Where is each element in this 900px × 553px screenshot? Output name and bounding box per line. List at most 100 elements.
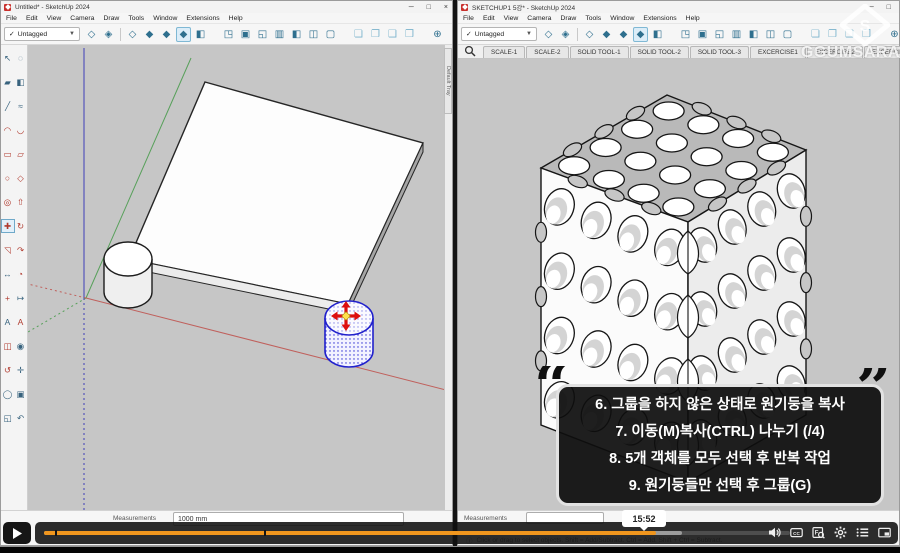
xray-style-icon[interactable]: ◇	[84, 27, 99, 42]
back-edges-style-icon[interactable]: ◈	[101, 27, 116, 42]
line-tool-icon[interactable]: ╱	[2, 100, 14, 112]
tab-solid-tool-2[interactable]: SOLID TOOL-2	[630, 46, 689, 58]
menu-item-help[interactable]: Help	[686, 15, 700, 22]
back-edges-style-icon[interactable]: ◈	[558, 27, 573, 42]
menu-item-edit[interactable]: Edit	[26, 15, 38, 22]
scale-tool-icon[interactable]: ◹	[2, 244, 14, 256]
back-view-icon[interactable]: ◧	[289, 27, 304, 42]
rotate-tool-icon[interactable]: ↻	[15, 220, 27, 232]
left-view-icon[interactable]: ◫	[306, 27, 321, 42]
zoom-tool-icon[interactable]: ◯	[2, 388, 14, 400]
three-d-text-tool-icon[interactable]: A	[15, 316, 27, 328]
shaded-style-icon[interactable]: ◆	[159, 27, 174, 42]
bottom-view-icon[interactable]: ▢	[780, 27, 795, 42]
rectangle-tool-icon[interactable]: ▭	[2, 148, 14, 160]
menu-item-file[interactable]: File	[463, 15, 474, 22]
left-view-icon[interactable]: ◫	[763, 27, 778, 42]
menu-item-view[interactable]: View	[47, 15, 62, 22]
shaded-with-textures-style-icon[interactable]: ◆	[633, 27, 648, 42]
freehand-tool-icon[interactable]: ≈	[15, 100, 27, 112]
outer-shell-icon[interactable]: ❏	[808, 27, 823, 42]
menu-item-draw[interactable]: Draw	[560, 15, 576, 22]
menu-item-extensions[interactable]: Extensions	[186, 15, 219, 22]
menu-item-tools[interactable]: Tools	[128, 15, 144, 22]
follow-me-tool-icon[interactable]: ↷	[15, 244, 27, 256]
top-view-icon[interactable]: ▣	[238, 27, 253, 42]
arc-tool-icon[interactable]: ◠	[2, 124, 14, 136]
play-button[interactable]	[3, 522, 31, 544]
union-icon[interactable]: ❐	[368, 27, 383, 42]
push-pull-tool-icon[interactable]: ⇧	[15, 196, 27, 208]
xray-style-icon[interactable]: ◇	[541, 27, 556, 42]
default-tray-tab[interactable]: Default Tray	[444, 48, 452, 114]
section-plane-tool-icon[interactable]: ◫	[2, 340, 14, 352]
tab-scale-2[interactable]: SCALE-2	[526, 46, 568, 58]
menu-item-file[interactable]: File	[6, 15, 17, 22]
axes-tool-icon[interactable]: +	[2, 292, 14, 304]
iso-view-icon[interactable]: ◳	[221, 27, 236, 42]
search-scenes-icon[interactable]	[464, 45, 476, 57]
viewport-left[interactable]	[28, 45, 444, 510]
shaded-style-icon[interactable]: ◆	[616, 27, 631, 42]
right-view-icon[interactable]: ▥	[272, 27, 287, 42]
front-view-icon[interactable]: ◱	[255, 27, 270, 42]
tape-measure-tool-icon[interactable]: ↔	[2, 268, 14, 280]
back-view-icon[interactable]: ◧	[746, 27, 761, 42]
tab-scale-1[interactable]: SCALE-1	[483, 46, 525, 58]
outer-shell-icon[interactable]: ❏	[351, 27, 366, 42]
tag-dropdown[interactable]: ✓ Untagged ▼	[461, 27, 537, 41]
top-view-icon[interactable]: ▣	[695, 27, 710, 42]
previous-view-tool-icon[interactable]: ↶	[15, 412, 27, 424]
orbit-toolbar-icon[interactable]: ⊕	[430, 27, 445, 42]
iso-view-icon[interactable]: ◳	[678, 27, 693, 42]
zoom-window-tool-icon[interactable]: ▣	[15, 388, 27, 400]
settings-icon[interactable]	[834, 526, 847, 539]
rotated-rectangle-tool-icon[interactable]: ▱	[15, 148, 27, 160]
dimension-tool-icon[interactable]: ↦	[15, 292, 27, 304]
wireframe-style-icon[interactable]: ◇	[125, 27, 140, 42]
titlebar-left[interactable]: Untitled* - SketchUp 2024 ─ □ ×	[1, 1, 452, 13]
close-button[interactable]: ×	[444, 4, 448, 11]
menu-item-view[interactable]: View	[504, 15, 519, 22]
offset-tool-icon[interactable]: ◎	[2, 196, 14, 208]
protractor-tool-icon[interactable]: ◔	[15, 268, 27, 280]
pan-tool-icon[interactable]: ✛	[15, 364, 27, 376]
wireframe-style-icon[interactable]: ◇	[582, 27, 597, 42]
minimize-button[interactable]: ─	[409, 4, 414, 11]
trim-icon[interactable]: ❒	[402, 27, 417, 42]
menu-item-extensions[interactable]: Extensions	[643, 15, 676, 22]
bottom-view-icon[interactable]: ▢	[323, 27, 338, 42]
union-icon[interactable]: ❐	[825, 27, 840, 42]
menu-item-help[interactable]: Help	[229, 15, 243, 22]
lasso-tool-icon[interactable]: ◌	[15, 52, 27, 64]
menu-item-draw[interactable]: Draw	[103, 15, 119, 22]
two-point-arc-tool-icon[interactable]: ◡	[15, 124, 27, 136]
menu-item-window[interactable]: Window	[153, 15, 177, 22]
volume-icon[interactable]	[768, 526, 781, 539]
monochrome-style-icon[interactable]: ◧	[650, 27, 665, 42]
polygon-tool-icon[interactable]: ◇	[15, 172, 27, 184]
monochrome-style-icon[interactable]: ◧	[193, 27, 208, 42]
zoom-toolbar-icon[interactable]: ◔	[447, 27, 452, 42]
menu-item-tools[interactable]: Tools	[585, 15, 601, 22]
seek-bar[interactable]	[44, 531, 790, 535]
zoom-extents-tool-icon[interactable]: ◱	[2, 412, 14, 424]
menu-item-window[interactable]: Window	[610, 15, 634, 22]
front-view-icon[interactable]: ◱	[712, 27, 727, 42]
look-around-tool-icon[interactable]: ◉	[15, 340, 27, 352]
move-tool-icon[interactable]: ✚	[2, 220, 14, 232]
menu-item-camera[interactable]: Camera	[70, 15, 94, 22]
menu-item-camera[interactable]: Camera	[527, 15, 551, 22]
captions-icon[interactable]: CC	[790, 526, 803, 539]
shaded-with-textures-style-icon[interactable]: ◆	[176, 27, 191, 42]
pip-icon[interactable]	[878, 526, 891, 539]
transcript-search-icon[interactable]: F	[812, 526, 825, 539]
paint-bucket-tool-icon[interactable]: ◧	[15, 76, 27, 88]
tab-solid-tool-3[interactable]: SOLID TOOL-3	[690, 46, 749, 58]
hidden-line-style-icon[interactable]: ◆	[599, 27, 614, 42]
orbit-tool-icon[interactable]: ↺	[2, 364, 14, 376]
menu-item-edit[interactable]: Edit	[483, 15, 495, 22]
hidden-line-style-icon[interactable]: ◆	[142, 27, 157, 42]
right-view-icon[interactable]: ▥	[729, 27, 744, 42]
select-tool-icon[interactable]: ↖	[2, 52, 14, 64]
